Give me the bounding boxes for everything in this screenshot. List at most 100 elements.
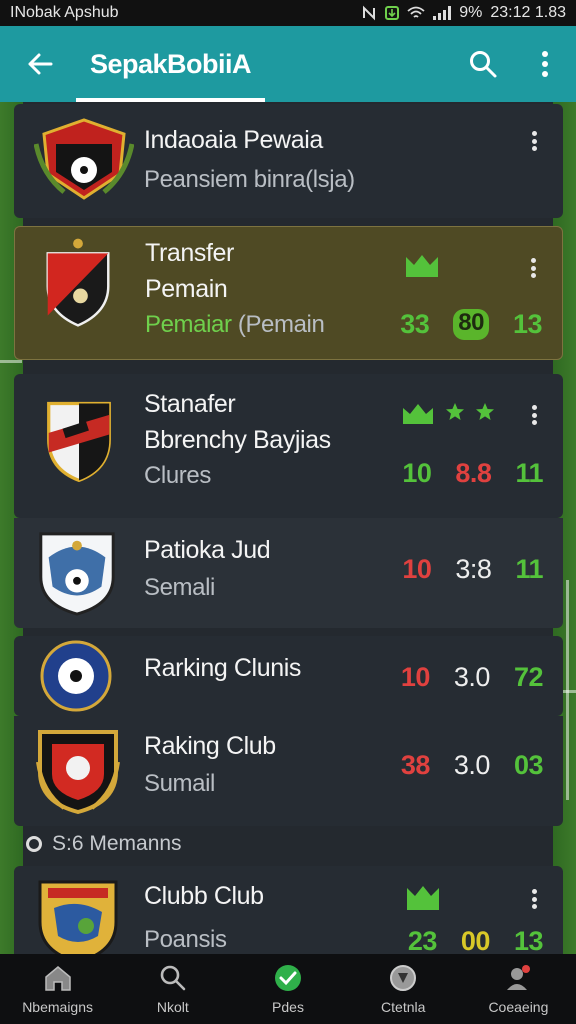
item-title: Indaoaia Pewaia	[144, 126, 323, 154]
item-subtitle: Peansiem binra(lsja)	[144, 166, 355, 193]
star-icon	[476, 403, 494, 420]
wifi-icon	[407, 6, 425, 18]
stat-value: 13	[512, 309, 543, 339]
download-icon	[385, 6, 400, 20]
section-label-text: S:6 Memanns	[52, 832, 182, 855]
list-item-raking-club[interactable]: Raking Club Sumail 38 3.0 03	[14, 716, 563, 826]
stat-value: 03	[513, 750, 544, 780]
status-bar: INobak Apshub 9% 23:12 1.83	[0, 0, 576, 26]
stat-value: 10	[402, 458, 432, 488]
stat-value: 38	[400, 750, 431, 780]
club-crest	[34, 392, 124, 483]
search-icon	[160, 965, 186, 991]
nav-label: Nbemaigns	[22, 999, 94, 1015]
item-menu-button[interactable]	[525, 128, 543, 154]
crown-icon	[406, 255, 438, 277]
item-title-line1: Transfer	[145, 239, 234, 267]
item-title-line2: Bbrenchy Bayjias	[144, 426, 331, 454]
item-title: Clubb Club	[144, 882, 264, 910]
club-crest	[33, 237, 123, 327]
nav-label: Ctetnla	[381, 999, 426, 1015]
bottom-navigation: Nbemaigns Nkolt Pdes Ctetnla Coeaeing	[0, 954, 576, 1024]
stat-value: 00	[460, 926, 491, 956]
club-crest	[36, 878, 120, 964]
stat-value: 3:8	[455, 554, 492, 584]
stat-value: 8.8	[455, 458, 492, 488]
stat-value: 11	[515, 458, 543, 488]
item-title-line2: Pemain	[145, 275, 228, 303]
nav-item-ball[interactable]: Ctetnla	[346, 954, 461, 1024]
item-title-line1: Stanafer	[144, 390, 236, 418]
list-item-stanafer[interactable]: Stanafer Bbrenchy Bayjias Clures 10 8.8 …	[14, 374, 563, 518]
list-item-indonesia[interactable]: Indaoaia Pewaia Peansiem binra(lsja)	[14, 104, 563, 218]
page-title-text: SepakBobiiA	[90, 49, 252, 79]
pitch-line	[0, 360, 22, 363]
item-subtitle: Pemaiar (Pemain	[145, 311, 325, 339]
badge-icon	[403, 404, 433, 424]
club-crest	[36, 528, 118, 616]
search-button[interactable]	[452, 26, 514, 102]
stat-value: 72	[513, 662, 544, 692]
item-stats: 33 80 13	[400, 309, 543, 340]
stat-value: 33	[400, 309, 430, 339]
pitch-line	[566, 580, 569, 800]
nav-label: Nkolt	[156, 999, 189, 1015]
arrow-back-icon	[28, 53, 53, 75]
item-subtitle: Clures	[144, 462, 211, 489]
item-title: Patioka Jud	[144, 536, 271, 564]
app-bar: SepakBobiiA	[0, 26, 576, 102]
nav-item-home[interactable]: Nbemaigns	[0, 954, 115, 1024]
item-stats: 23 00 13	[407, 926, 544, 957]
nav-item-search[interactable]: Nkolt	[115, 954, 230, 1024]
item-subtitle-highlight: Pemaiar	[145, 311, 232, 338]
item-title: Rarking Clunis	[144, 654, 301, 682]
item-menu-button[interactable]	[524, 255, 542, 281]
stat-value: 10	[400, 662, 431, 692]
circle-icon	[26, 836, 42, 852]
signal-icon	[433, 6, 452, 20]
nfc-icon	[363, 5, 376, 21]
nav-label: Coeaeing	[488, 999, 549, 1015]
nav-item-profile[interactable]: Coeaeing	[461, 954, 576, 1024]
ball-icon	[390, 965, 417, 991]
crown-icon	[407, 886, 439, 910]
back-button[interactable]	[0, 26, 80, 102]
item-title: Raking Club	[144, 732, 276, 760]
battery-text: 9%	[459, 4, 483, 21]
nav-item-check[interactable]: Pdes	[230, 954, 345, 1024]
club-crest	[38, 638, 114, 714]
item-subtitle: Poansis	[144, 926, 227, 953]
item-subtitle-rest: (Pemain	[231, 311, 325, 338]
item-stats: 10 8.8 11	[402, 458, 543, 489]
overflow-menu-button[interactable]	[514, 26, 576, 102]
item-subtitle: Sumail	[144, 770, 215, 797]
star-icon	[446, 403, 464, 420]
item-menu-button[interactable]	[525, 402, 543, 428]
app-bar-actions	[452, 26, 576, 102]
section-label: S:6 Memanns	[26, 832, 182, 856]
home-icon	[44, 966, 71, 991]
more-vert-icon	[542, 51, 548, 77]
title-underline	[76, 98, 266, 102]
profile-icon	[507, 965, 531, 990]
item-badges	[401, 402, 495, 426]
item-subtitle: Semali	[144, 574, 215, 601]
list-item-transfer-pemain[interactable]: Transfer Pemain Pemaiar (Pemain 33 80 13	[14, 226, 563, 360]
check-icon	[275, 965, 301, 991]
list-item-patioka[interactable]: Patioka Jud Semali 10 3:8 11	[14, 518, 563, 628]
nav-label: Pdes	[272, 999, 304, 1015]
search-icon	[470, 51, 497, 78]
stat-value: 80	[453, 309, 489, 340]
stat-value: 11	[515, 554, 543, 584]
status-indicators: 9% 23:12 1.83	[361, 4, 566, 22]
list-item-clubb-club[interactable]: Clubb Club Poansis 23 00 13	[14, 866, 563, 964]
stat-value: 23	[407, 926, 438, 956]
stat-value: 3.0	[453, 750, 491, 780]
list-item-rarking-clunis[interactable]: Rarking Clunis 10 3.0 72	[14, 636, 563, 716]
status-time: 23:12 1.83	[490, 4, 566, 21]
item-menu-button[interactable]	[525, 886, 543, 912]
page-title: SepakBobiiA	[76, 26, 266, 102]
club-crest	[36, 722, 120, 815]
club-crest	[33, 114, 135, 204]
stat-value: 13	[513, 926, 544, 956]
